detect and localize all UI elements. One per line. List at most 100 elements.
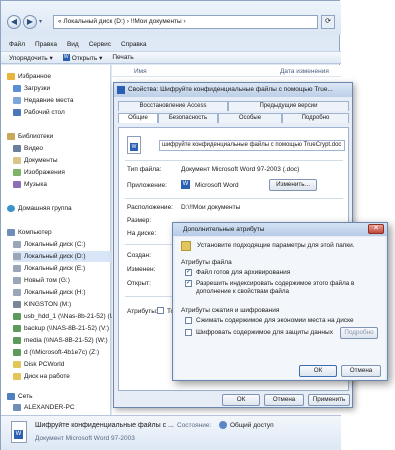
close-icon[interactable]: ✕	[368, 224, 384, 234]
compress-checkbox[interactable]	[185, 317, 192, 324]
advanced-body: Установите подходящие параметры для этой…	[175, 237, 385, 379]
nav-libraries[interactable]: Библиотеки	[7, 131, 53, 142]
tab-previous-versions[interactable]: Предыдущие версии	[228, 101, 349, 111]
nav-label: Disk PCWorld	[24, 361, 65, 368]
nav-label: Сеть	[18, 393, 33, 400]
location-label: Расположение:	[127, 204, 173, 211]
organize-button[interactable]: Упорядочить ▾	[9, 54, 53, 62]
folder-icon	[181, 241, 191, 251]
nav-kingston[interactable]: KINGSTON (M:)	[13, 299, 71, 310]
details-button[interactable]: Подробно	[340, 327, 378, 339]
nav-drive-g[interactable]: Локальный диск (H:)	[13, 287, 86, 298]
homegroup-icon	[7, 205, 15, 212]
attributes-label: Атрибуты:	[127, 308, 158, 315]
cancel-button[interactable]: Отмена	[341, 365, 381, 377]
computer-icon	[7, 229, 15, 236]
nav-documents[interactable]: Документы	[13, 155, 58, 166]
apply-button[interactable]: Применить	[308, 394, 350, 406]
index-checkbox[interactable]: ✓	[185, 280, 192, 287]
encrypt-checkbox[interactable]	[185, 329, 192, 336]
nav-video[interactable]: Видео	[13, 143, 43, 154]
change-button[interactable]: Изменить...	[269, 179, 317, 191]
nav-label: Компьютер	[18, 229, 52, 236]
computer-icon	[13, 404, 21, 411]
nav-desktop[interactable]: Рабочий стол	[13, 107, 65, 118]
nav-label: KINGSTON (M:)	[24, 301, 72, 308]
app-value: Microsoft Word	[195, 182, 239, 189]
nav-drive-f[interactable]: Новый том (G:)	[13, 275, 70, 286]
nav-drive-d[interactable]: Локальный диск (D:)	[13, 251, 111, 262]
nav-backup[interactable]: backup (\\NAS-8B-21-52) (V:)	[13, 323, 109, 334]
disk-size-label: На диске:	[127, 230, 157, 237]
drive-icon	[13, 265, 21, 272]
advanced-title: Дополнительные атрибуты	[173, 223, 387, 236]
nav-label: Загрузки	[24, 85, 51, 92]
nav-usb[interactable]: usb_hdd_1 (\\Nas-8b-21-52) (U:)	[13, 311, 118, 322]
file-attributes-header: Атрибуты файла	[181, 259, 232, 266]
separator	[125, 198, 343, 199]
nav-favorites[interactable]: Избранное	[7, 71, 51, 82]
details-filetype: Документ Microsoft Word 97-2003	[35, 435, 135, 442]
nav-music[interactable]: Музыка	[13, 179, 47, 190]
nav-computer[interactable]: Компьютер	[7, 227, 52, 238]
forward-button[interactable]: ▶	[23, 15, 37, 29]
nav-drive-e[interactable]: Локальный диск (E:)	[13, 263, 85, 274]
nav-media[interactable]: media (\\NAS-8B-21-52) (W:)	[13, 335, 108, 346]
recent-pages-icon[interactable]: ▾	[39, 18, 42, 25]
separator	[125, 160, 343, 161]
nav-drive-c[interactable]: Локальный диск (C:)	[13, 239, 86, 250]
nav-disk-pcworld[interactable]: Disk PCWorld	[13, 359, 64, 370]
downloads-icon	[13, 85, 21, 92]
readonly-checkbox[interactable]	[157, 307, 164, 314]
tab-custom[interactable]: Особые	[218, 113, 282, 123]
document-icon: W	[127, 136, 141, 154]
cancel-button[interactable]: Отмена	[264, 394, 304, 406]
nav-work-disk[interactable]: Диск на работе	[13, 371, 70, 382]
tab-details[interactable]: Подробно	[282, 113, 349, 123]
nav-label: Изображения	[24, 169, 65, 176]
filename-input[interactable]: шифруйте конфиденциальные файлы с помощь…	[159, 140, 345, 151]
nav-downloads[interactable]: Загрузки	[13, 83, 50, 94]
menu-tools[interactable]: Сервис	[89, 39, 111, 50]
column-date[interactable]: Дата изменения	[280, 68, 329, 75]
nav-label: Видео	[24, 145, 43, 152]
tab-general[interactable]: Общие	[118, 113, 158, 123]
ok-button[interactable]: ОК	[299, 365, 337, 377]
usb-drive-icon	[13, 301, 21, 308]
refresh-icon[interactable]: ⟳	[321, 15, 335, 29]
encrypt-label: Шифровать содержимое для защиты данных	[196, 329, 333, 336]
back-button[interactable]: ◀	[7, 15, 21, 29]
nav-d-share[interactable]: d (\\Microsoft-4b1e7c) (Z:)	[13, 347, 99, 358]
column-name[interactable]: Имя	[134, 68, 147, 75]
video-icon	[13, 145, 21, 152]
app-label: Приложение:	[127, 182, 167, 189]
nav-alexander[interactable]: ALEXANDER-PC	[13, 402, 75, 413]
nav-label: Документы	[24, 157, 58, 164]
details-state-label: Состояние:	[177, 422, 212, 429]
nav-homegroup[interactable]: Домашняя группа	[7, 203, 72, 214]
nav-network[interactable]: Сеть	[7, 391, 32, 402]
nav-images[interactable]: Изображения	[13, 167, 65, 178]
separator	[125, 296, 175, 297]
menu-edit[interactable]: Правка	[35, 39, 57, 50]
menu-view[interactable]: Вид	[67, 39, 79, 50]
advanced-attributes-dialog: Дополнительные атрибуты ✕ Установите под…	[172, 222, 388, 381]
print-button[interactable]: Печать	[112, 54, 133, 61]
archive-checkbox[interactable]: ✓	[185, 269, 192, 276]
menu-file[interactable]: Файл	[9, 39, 25, 50]
address-field[interactable]: « Локальный диск (D:) › !!Мои документы …	[53, 15, 318, 29]
archive-label: Файл готов для архивирования	[196, 269, 291, 276]
tab-security[interactable]: Безопасность	[158, 113, 218, 123]
menu-help[interactable]: Справка	[121, 39, 147, 50]
command-bar: Упорядочить ▾ W Открыть ▾ Печать	[1, 51, 341, 64]
nav-recent[interactable]: Недавние места	[13, 95, 74, 106]
folder-icon	[13, 373, 21, 380]
address-bar-area: ◀ ▶ ▾ « Локальный диск (D:) › !!Мои доку…	[1, 1, 341, 35]
network-drive-icon	[13, 337, 21, 344]
nav-label: Домашняя группа	[18, 205, 72, 212]
size-label: Размер:	[127, 217, 152, 224]
type-label: Тип файла:	[127, 166, 162, 173]
ok-button[interactable]: ОК	[222, 394, 260, 406]
open-button[interactable]: W Открыть ▾	[62, 54, 102, 62]
tab-restore-access[interactable]: Восстановление Access	[118, 101, 228, 111]
